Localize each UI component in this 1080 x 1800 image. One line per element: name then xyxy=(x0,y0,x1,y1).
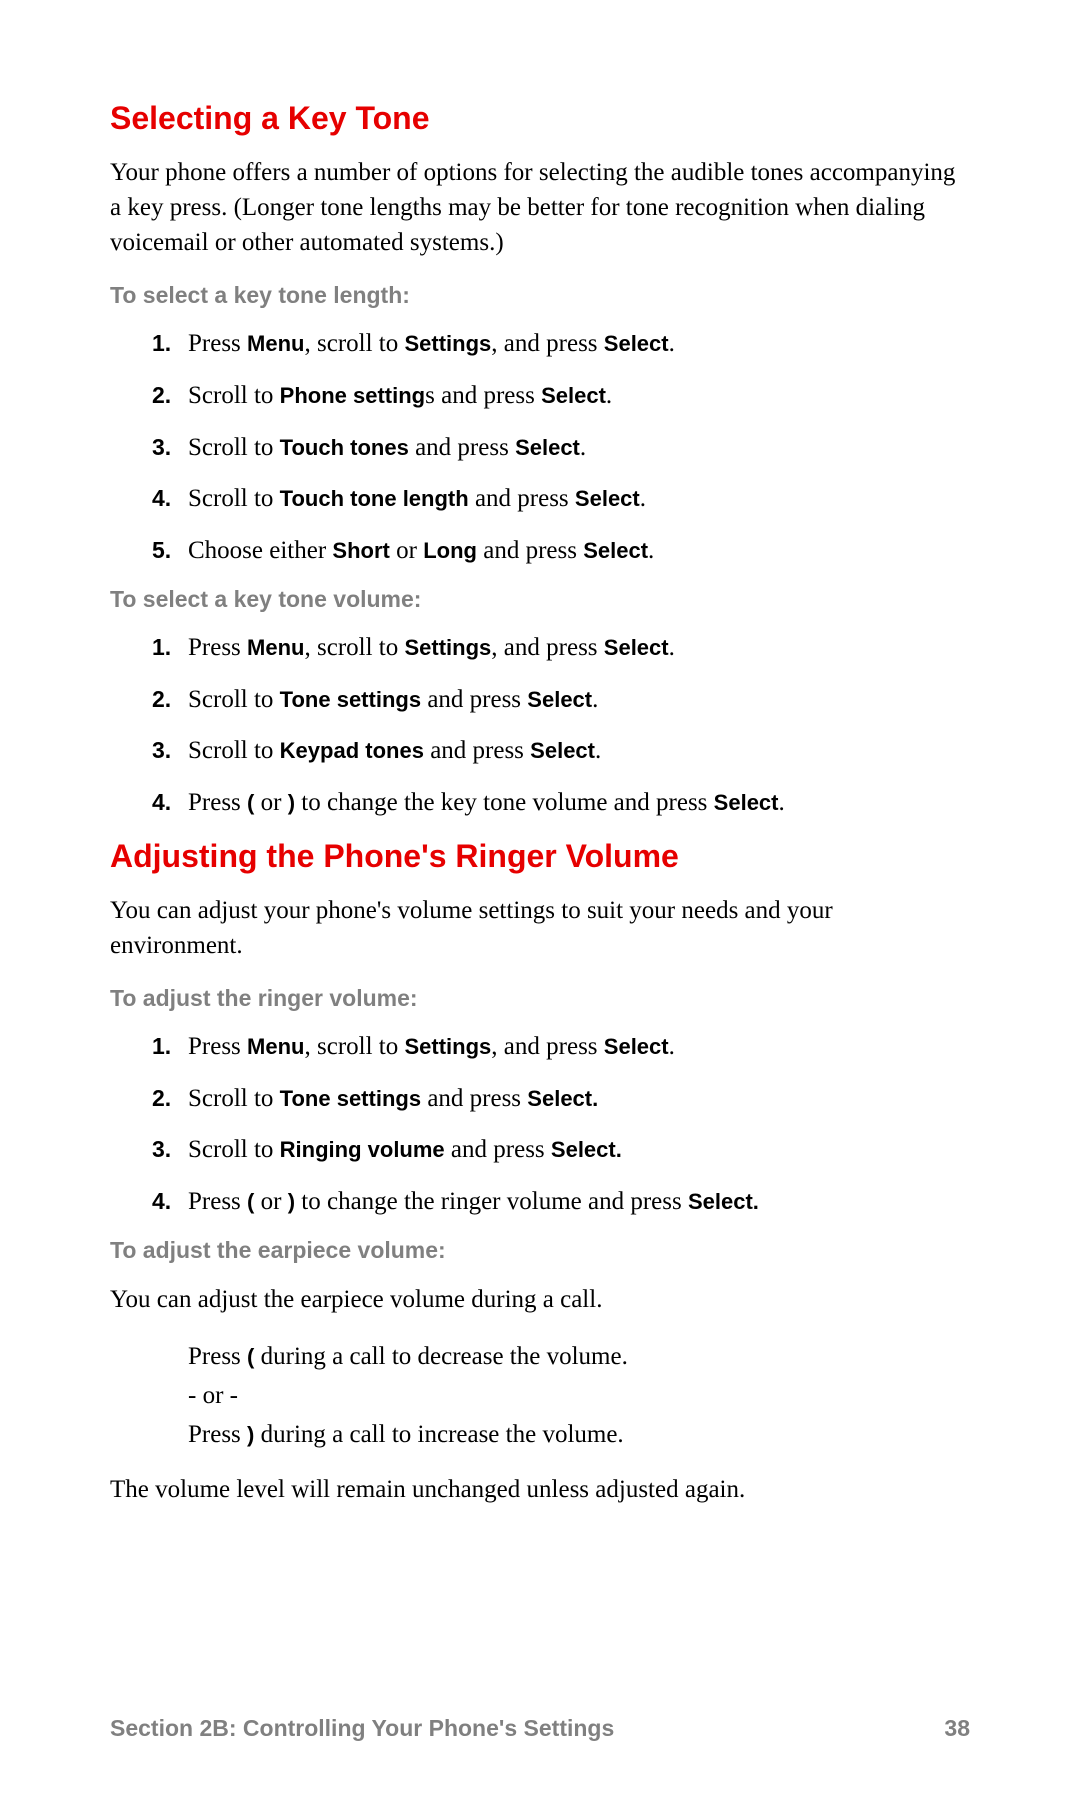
subhead-key-tone-length: To select a key tone length: xyxy=(110,282,970,309)
page-footer: Section 2B: Controlling Your Phone's Set… xyxy=(110,1715,970,1742)
list-item: Choose either Short or Long and press Se… xyxy=(152,534,970,568)
subhead-earpiece-volume: To adjust the earpiece volume: xyxy=(110,1237,970,1264)
list-item: Press Menu, scroll to Settings, and pres… xyxy=(152,631,970,665)
list-item: Scroll to Tone settings and press Select… xyxy=(152,1082,970,1116)
heading-selecting-key-tone: Selecting a Key Tone xyxy=(110,100,970,137)
list-item: Scroll to Touch tone length and press Se… xyxy=(152,482,970,516)
list-item: Scroll to Tone settings and press Select… xyxy=(152,683,970,717)
list-item: Press ( or ) to change the key tone volu… xyxy=(152,786,970,820)
earpiece-decrease-line: Press ( during a call to decrease the vo… xyxy=(188,1339,970,1374)
list-item: Press Menu, scroll to Settings, and pres… xyxy=(152,1030,970,1064)
footer-page-number: 38 xyxy=(944,1715,970,1742)
earpiece-intro: You can adjust the earpiece volume durin… xyxy=(110,1282,970,1317)
intro-paragraph: You can adjust your phone's volume setti… xyxy=(110,893,970,963)
right-paren-icon: ) xyxy=(288,1189,295,1214)
list-item: Scroll to Keypad tones and press Select. xyxy=(152,734,970,768)
or-separator: - or - xyxy=(188,1378,970,1413)
steps-key-tone-volume: Press Menu, scroll to Settings, and pres… xyxy=(110,631,970,820)
list-item: Scroll to Touch tones and press Select. xyxy=(152,431,970,465)
list-item: Scroll to Ringing volume and press Selec… xyxy=(152,1133,970,1167)
earpiece-outro: The volume level will remain unchanged u… xyxy=(110,1472,970,1507)
subhead-ringer-volume: To adjust the ringer volume: xyxy=(110,985,970,1012)
steps-ringer-volume: Press Menu, scroll to Settings, and pres… xyxy=(110,1030,970,1219)
list-item: Press ( or ) to change the ringer volume… xyxy=(152,1185,970,1219)
right-paren-icon: ) xyxy=(288,790,295,815)
earpiece-instructions: Press ( during a call to decrease the vo… xyxy=(110,1339,970,1452)
steps-key-tone-length: Press Menu, scroll to Settings, and pres… xyxy=(110,327,970,568)
manual-page: Selecting a Key Tone Your phone offers a… xyxy=(0,0,1080,1800)
subhead-key-tone-volume: To select a key tone volume: xyxy=(110,586,970,613)
intro-paragraph: Your phone offers a number of options fo… xyxy=(110,155,970,260)
heading-adjusting-ringer-volume: Adjusting the Phone's Ringer Volume xyxy=(110,838,970,875)
list-item: Press Menu, scroll to Settings, and pres… xyxy=(152,327,970,361)
earpiece-increase-line: Press ) during a call to increase the vo… xyxy=(188,1417,970,1452)
footer-section-label: Section 2B: Controlling Your Phone's Set… xyxy=(110,1715,614,1742)
list-item: Scroll to Phone settings and press Selec… xyxy=(152,379,970,413)
